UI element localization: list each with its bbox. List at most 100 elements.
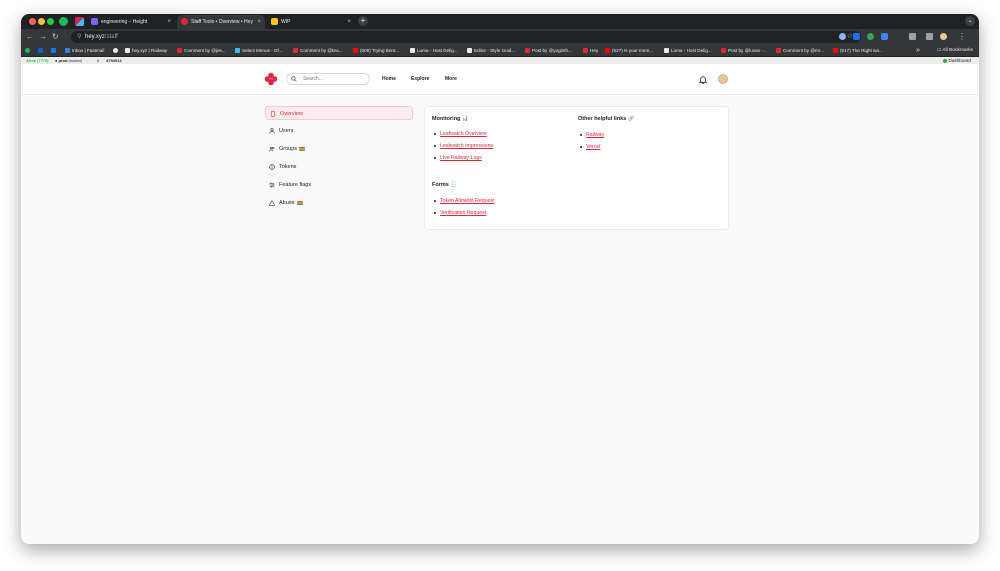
new-tab-button[interactable]: +: [358, 16, 368, 26]
warning-icon: [269, 200, 275, 206]
bookmark-item[interactable]: Comment by @mr...: [776, 45, 824, 57]
bookmark-item[interactable]: hey.xyz | Railway: [125, 45, 167, 57]
link-vercel[interactable]: Vercel: [586, 144, 600, 150]
document-icon: [270, 111, 276, 117]
minimize-window-button[interactable]: [38, 18, 45, 25]
height-favicon-icon: [91, 18, 98, 25]
link-emoji-icon: 🔗: [628, 116, 635, 122]
bookmark-spotify-icon[interactable]: [25, 45, 32, 57]
close-window-button[interactable]: [29, 18, 36, 25]
link-verification-request[interactable]: Verification Request: [440, 210, 486, 216]
tab-close-icon[interactable]: ×: [257, 15, 261, 29]
other-links: Railway Vercel: [579, 129, 604, 153]
bookmark-outlook-icon[interactable]: [38, 45, 45, 57]
link-railway[interactable]: Railway: [586, 132, 604, 138]
forward-arrow-icon[interactable]: →: [39, 32, 47, 42]
bookmarks-bar: Inbox | Fastmail hey.xyz | Railway Comme…: [21, 45, 979, 57]
bookmark-item[interactable]: Comment by @jes...: [177, 45, 226, 57]
sidebar-item-label: Overview: [280, 111, 303, 117]
bookmark-item[interactable]: Comment by @bra...: [293, 45, 342, 57]
nav-explore[interactable]: Explore: [411, 64, 429, 94]
bookmark-item[interactable]: (517) The Right wa...: [833, 45, 883, 57]
list-item: Leafwatch Impressions: [433, 140, 493, 152]
back-arrow-icon[interactable]: ←: [26, 32, 34, 42]
sidebar-item-label: Groups: [279, 146, 298, 152]
sidebar-item-feature-flags[interactable]: Feature flags: [265, 178, 413, 192]
staff-sidebar: Overview Users Groups Tokens Feature fla…: [265, 106, 413, 214]
bookmark-calendar-icon[interactable]: [51, 45, 58, 57]
bookmark-item[interactable]: Editor - Style Guid...: [467, 45, 515, 57]
sliders-icon: [269, 182, 275, 188]
staff-dev-bar: 43ms (7779) ● prod (mainnet) # 4754914 D…: [21, 57, 979, 64]
bookmark-item[interactable]: Post by @yoginth...: [525, 45, 572, 57]
tab-title: WIP: [281, 19, 291, 25]
flag-badge-icon: [296, 200, 303, 205]
sidebar-item-label: Tokens: [279, 164, 297, 170]
bookmark-item[interactable]: Hey: [583, 45, 598, 57]
all-bookmarks-folder[interactable]: ▭ All Bookmarks: [937, 45, 973, 57]
more-bookmarks-button[interactable]: »: [916, 45, 920, 57]
spotify-pinned-tab-icon[interactable]: [59, 17, 68, 26]
tab-staff-tools[interactable]: Staff Tools • Overview • Hey ×: [177, 15, 265, 29]
sidebar-item-label: Users: [279, 128, 294, 134]
notification-bell-icon[interactable]: [699, 75, 707, 84]
maximize-window-button[interactable]: [47, 18, 54, 25]
tab-close-icon[interactable]: ×: [167, 15, 171, 29]
link-token-allowlist-request[interactable]: Token Allowlist Request: [440, 198, 495, 204]
link-live-railway-logs[interactable]: Live Railway Logs: [440, 155, 482, 161]
extension-icon[interactable]: [853, 33, 860, 40]
tab-height[interactable]: engineering – Height ×: [87, 15, 175, 29]
bookmark-github-icon[interactable]: [113, 45, 120, 57]
link-leafwatch-impressions[interactable]: Leafwatch Impressions: [440, 143, 493, 149]
nav-home[interactable]: Home: [382, 64, 396, 94]
search-icon: [291, 76, 297, 82]
monitoring-title: Monitoring 📊: [432, 116, 469, 122]
search-input[interactable]: Search...: [286, 73, 370, 85]
bookmark-item[interactable]: Luma - Host Delig...: [410, 45, 458, 57]
extension-icon[interactable]: [867, 33, 874, 40]
nav-more[interactable]: More: [445, 64, 457, 94]
sidebar-item-groups[interactable]: Groups: [265, 142, 413, 156]
flag-badge-icon: [299, 146, 306, 151]
site-info-icon[interactable]: ⚲: [77, 33, 81, 40]
profile-avatar-icon[interactable]: [940, 33, 947, 40]
slack-pinned-tab-icon[interactable]: [75, 17, 84, 26]
bookmark-item[interactable]: Inbox | Fastmail: [65, 45, 104, 57]
dashboard-link[interactable]: Dashboard: [943, 57, 971, 64]
bookmark-item[interactable]: Select Menus - Of...: [235, 45, 283, 57]
list-item: Live Railway Logs: [433, 152, 493, 164]
sidebar-item-users[interactable]: Users: [265, 124, 413, 138]
browser-window: engineering – Height × Staff Tools • Ove…: [21, 14, 979, 544]
users-icon: [269, 146, 275, 152]
list-item: Leafwatch Overview: [433, 128, 493, 140]
list-item: Vercel: [579, 141, 604, 153]
user-avatar[interactable]: [718, 74, 728, 84]
extensions-puzzle-icon[interactable]: [909, 33, 916, 40]
tab-title: Staff Tools • Overview • Hey: [191, 19, 253, 25]
forms-title: Forms 🧾: [432, 182, 458, 188]
bookmark-item[interactable]: Post by @luxas -...: [721, 45, 767, 57]
coin-icon: [269, 164, 275, 170]
tab-close-icon[interactable]: ×: [347, 15, 351, 29]
tab-wip[interactable]: WIP ×: [267, 15, 355, 29]
list-item: Railway: [579, 129, 604, 141]
bookmark-item[interactable]: Luma - Host Delig...: [664, 45, 712, 57]
commit-hash[interactable]: 4754914: [106, 57, 122, 64]
bookmark-item[interactable]: (527) Is your mem...: [605, 45, 653, 57]
sidebar-item-tokens[interactable]: Tokens: [265, 160, 413, 174]
sidebar-item-abuse[interactable]: Abuse: [265, 196, 413, 210]
reload-icon[interactable]: ↻: [52, 32, 59, 42]
browser-toolbar: ← → ↻ ⚲ hey.xyz/staff ☆ ⋮: [21, 29, 979, 45]
sidebar-item-overview[interactable]: Overview: [265, 106, 413, 120]
link-leafwatch-overview[interactable]: Leafwatch Overview: [440, 131, 487, 137]
browser-menu-icon[interactable]: ⋮: [958, 32, 966, 42]
extension-icon[interactable]: [881, 33, 888, 40]
hey-favicon-icon: [181, 18, 188, 25]
side-panel-icon[interactable]: [926, 33, 933, 40]
tab-search-button[interactable]: ⌄: [965, 16, 975, 26]
address-bar[interactable]: ⚲ hey.xyz/staff ☆: [71, 31, 861, 43]
bookmark-item[interactable]: (609) Trying Bent...: [353, 45, 399, 57]
extension-icon[interactable]: [839, 33, 846, 40]
list-item: Verification Request: [433, 207, 495, 219]
hey-logo-icon[interactable]: [264, 72, 278, 86]
